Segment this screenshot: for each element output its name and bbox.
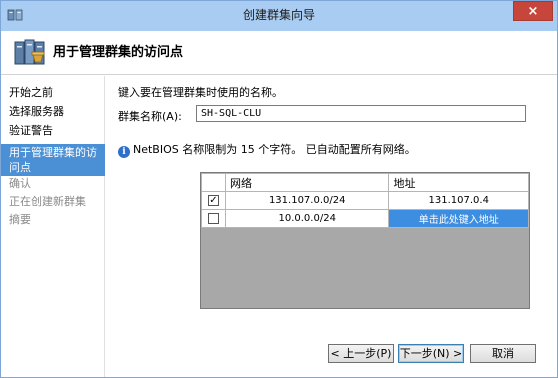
wizard-window: 创建群集向导 × 用于管理群集的访问点 开始之前 选择服务器 验证警告 用于管理… [0, 0, 558, 378]
step-access-point-label: 用于管理群集的访问点 [9, 146, 97, 174]
close-button[interactable]: × [513, 1, 553, 21]
step-confirmation: 确认 [9, 177, 31, 190]
step-access-point[interactable]: 用于管理群集的访问点 [1, 144, 105, 176]
previous-button[interactable]: < 上一步(P) [328, 344, 394, 363]
step-before-you-begin[interactable]: 开始之前 [1, 85, 105, 100]
info-icon: i [118, 146, 130, 158]
next-button[interactable]: 下一步(N) > [398, 344, 464, 363]
step-summary: 摘要 [9, 213, 31, 226]
network-checkbox-cell[interactable] [201, 209, 226, 228]
netbios-info: i NetBIOS 名称限制为 15 个字符。 已自动配置所有网络。 [118, 141, 416, 158]
step-creating-cluster: 正在创建新群集 [9, 195, 86, 208]
step-validation-warning[interactable]: 验证警告 [1, 123, 105, 138]
netbios-info-text: NetBIOS 名称限制为 15 个字符。 已自动配置所有网络。 [133, 143, 416, 156]
network-checkbox-cell[interactable]: ✓ [201, 191, 226, 210]
column-header-address[interactable]: 地址 [388, 173, 529, 192]
column-header-network[interactable]: 网络 [224, 173, 390, 192]
network-checkbox[interactable]: ✓ [207, 194, 219, 206]
instruction-text: 键入要在管理群集时使用的名称。 [118, 86, 283, 99]
address-cell[interactable]: 131.107.0.4 [388, 191, 529, 210]
network-address-grid: 网络 地址 ✓ 131.107.0.0/24 131.107.0.4 10.0.… [200, 172, 530, 309]
title-bar: 创建群集向导 × [1, 1, 557, 31]
wizard-steps-nav: 开始之前 选择服务器 验证警告 用于管理群集的访问点 确认 正在创建新群集 摘要 [1, 76, 105, 377]
network-checkbox[interactable] [207, 212, 219, 224]
cluster-name-input[interactable]: SH-SQL-CLU [196, 105, 526, 122]
grid-header-row: 网络 地址 [201, 173, 529, 192]
cluster-name-label: 群集名称(A): [118, 110, 182, 123]
address-input-cell[interactable]: 单击此处键入地址 [388, 209, 529, 228]
step-select-servers[interactable]: 选择服务器 [1, 104, 105, 119]
grid-header-select [201, 173, 226, 192]
network-cell: 131.107.0.0/24 [224, 191, 390, 210]
page-header: 用于管理群集的访问点 [1, 31, 557, 75]
network-cell: 10.0.0.0/24 [224, 209, 390, 228]
table-row: ✓ 131.107.0.0/24 131.107.0.4 [201, 191, 529, 210]
page-title: 用于管理群集的访问点 [53, 45, 184, 60]
main-content: 键入要在管理群集时使用的名称。 群集名称(A): SH-SQL-CLU i Net… [106, 76, 557, 377]
cancel-button[interactable]: 取消 [470, 344, 536, 363]
table-row: 10.0.0.0/24 单击此处键入地址 [201, 209, 529, 228]
cluster-wizard-icon [14, 39, 45, 65]
window-title: 创建群集向导 [242, 8, 315, 22]
